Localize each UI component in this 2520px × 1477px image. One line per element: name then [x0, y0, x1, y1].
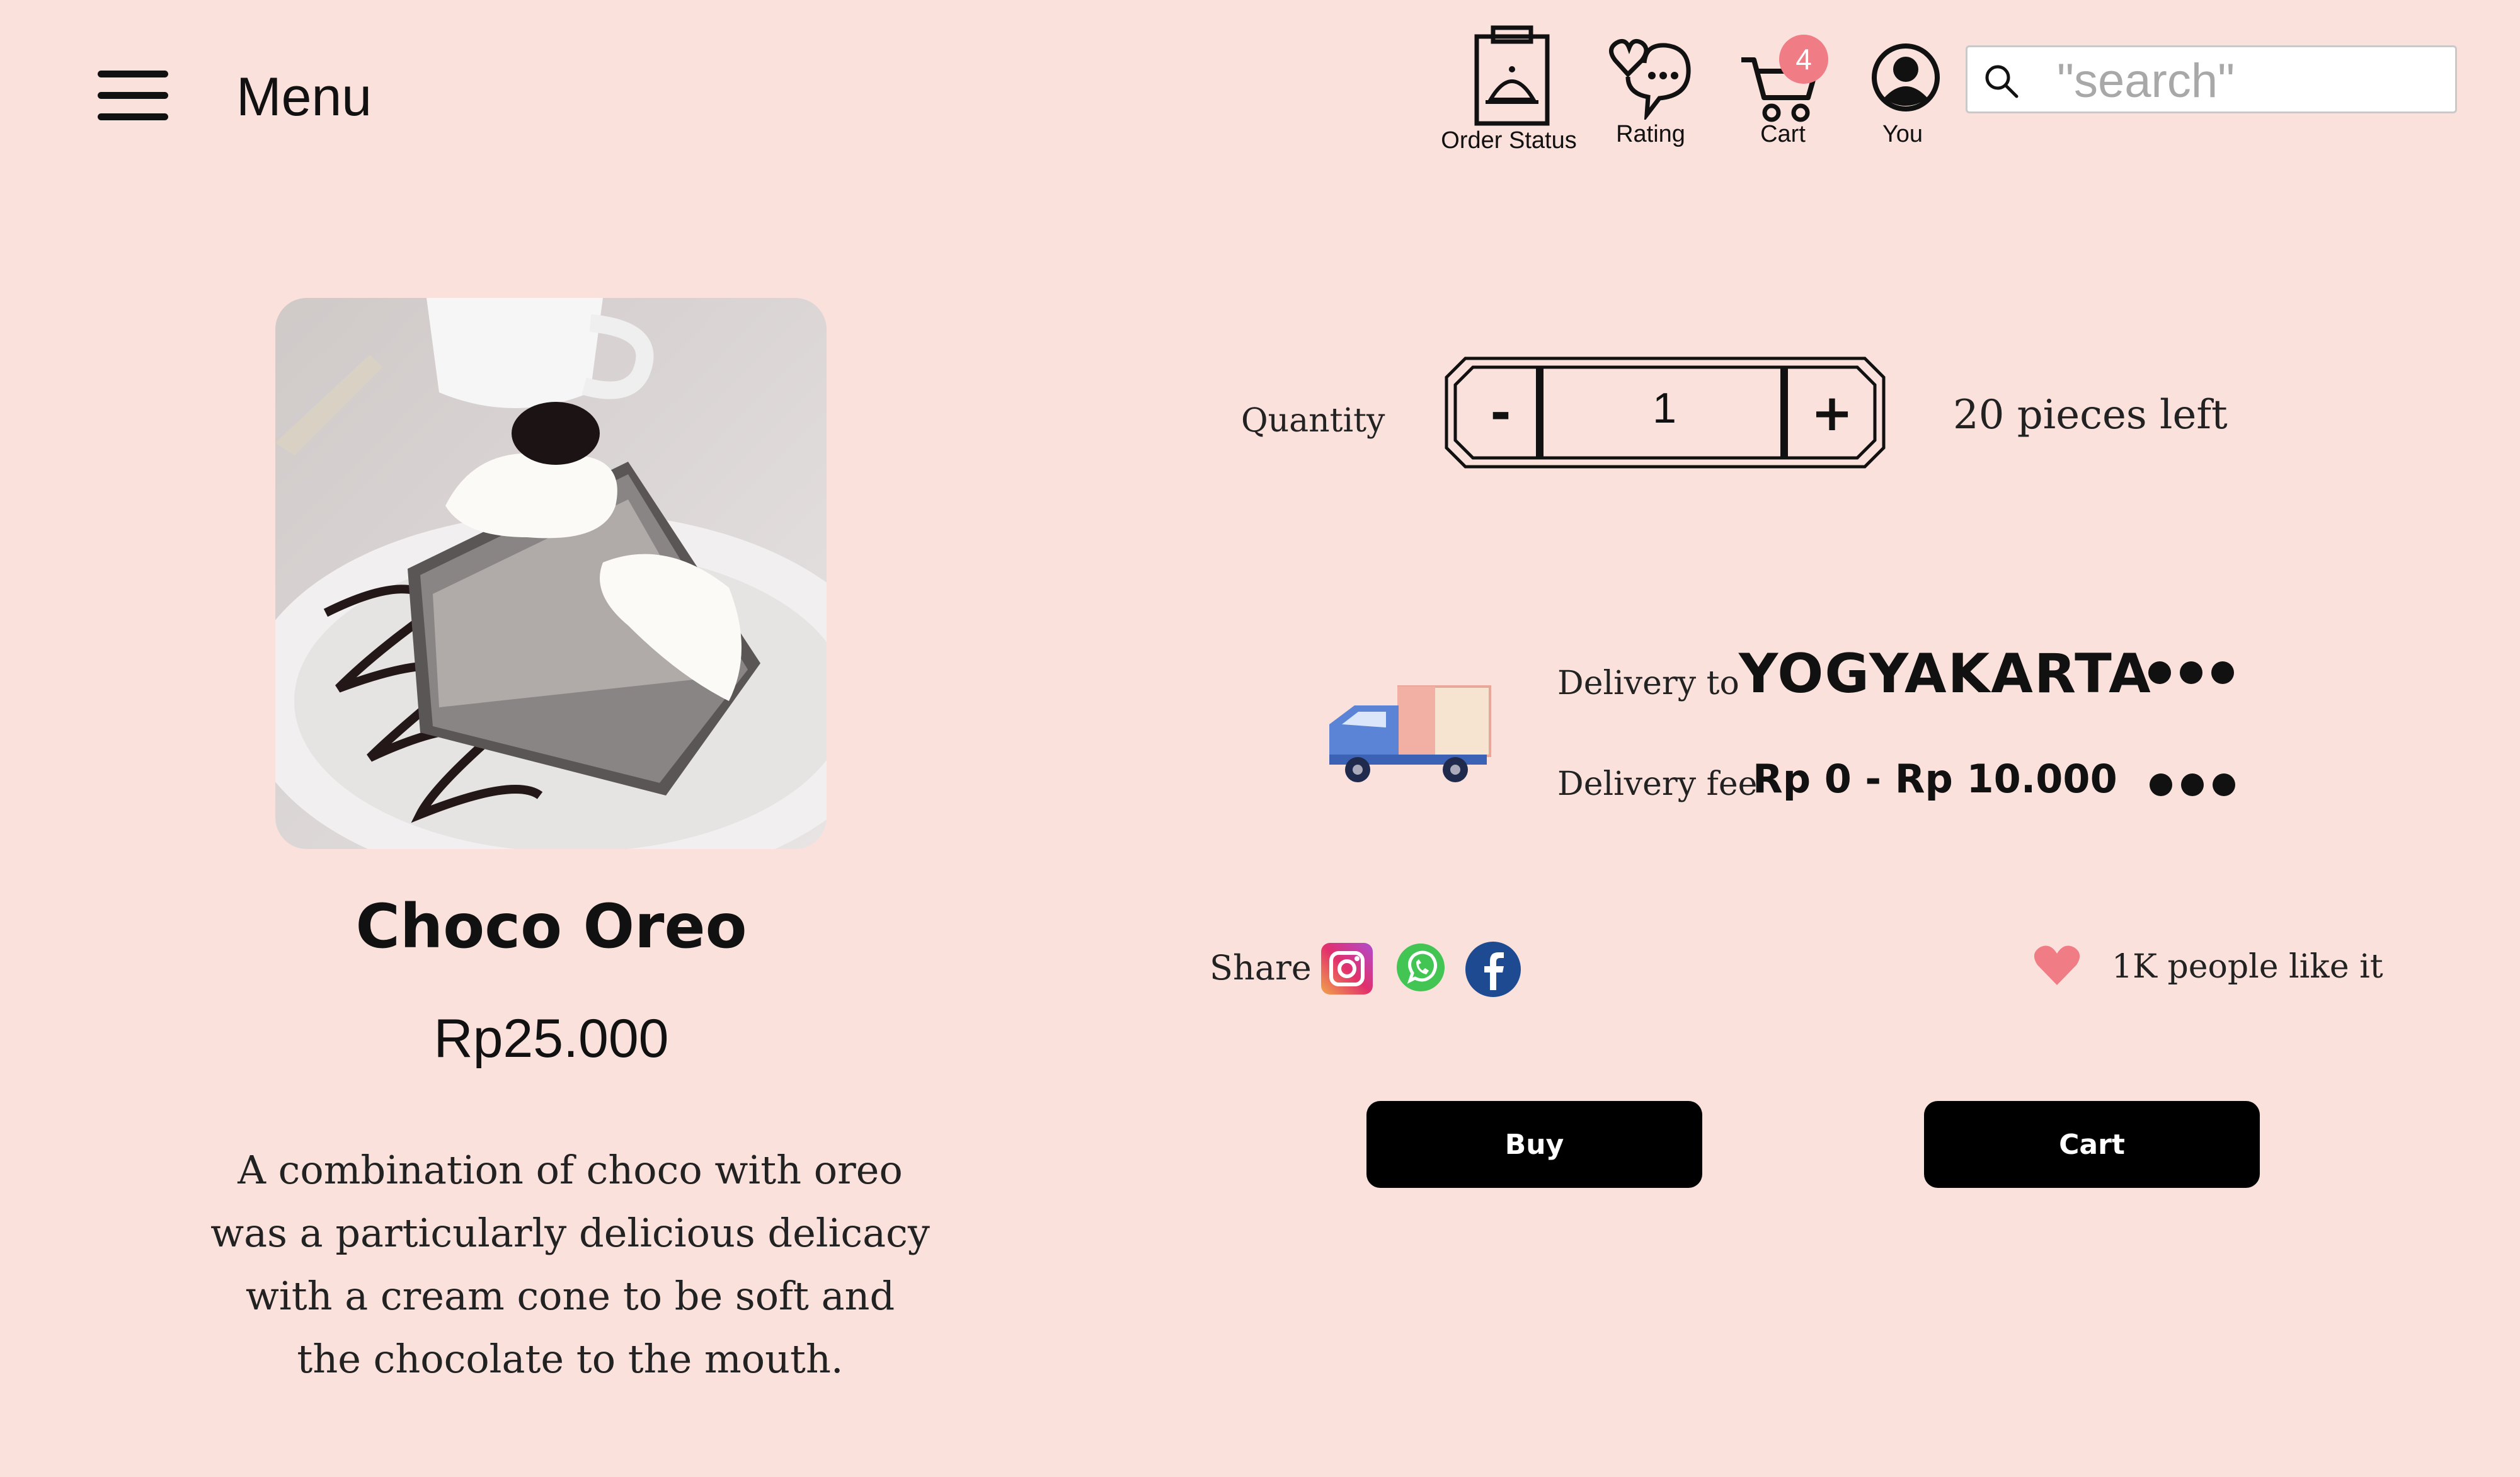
user-avatar-icon — [1872, 43, 1940, 111]
quantity-label: Quantity — [1241, 402, 1385, 440]
share-label: Share — [1210, 948, 1312, 988]
delivery-city-more-icon[interactable] — [2148, 661, 2234, 684]
quantity-stepper[interactable]: - 1 + — [1444, 356, 1886, 469]
cart-label: Cart — [1760, 121, 1806, 147]
quantity-value[interactable]: 1 — [1545, 384, 1784, 433]
nav-cart[interactable]: 4 Cart — [1726, 35, 1840, 157]
delivery-fee-label: Delivery fee — [1557, 765, 1758, 803]
add-to-cart-button[interactable]: Cart — [1924, 1101, 2260, 1188]
search-icon — [1985, 65, 2019, 98]
order-status-label: Order Status — [1441, 127, 1577, 154]
like-heart-icon[interactable] — [2034, 945, 2080, 986]
rating-heart-chat-icon — [1609, 38, 1691, 120]
delivery-city: YOGYAKARTA — [1739, 642, 2152, 705]
nav-you[interactable]: You — [1858, 43, 1947, 156]
you-label: You — [1882, 121, 1923, 147]
order-bag-icon — [1474, 25, 1550, 126]
product-image — [275, 298, 827, 849]
facebook-icon[interactable] — [1465, 941, 1521, 998]
delivery-to-label: Delivery to — [1557, 664, 1739, 702]
buy-button[interactable]: Buy — [1366, 1101, 1702, 1188]
decrement-button[interactable]: - — [1463, 375, 1538, 450]
whatsapp-icon[interactable] — [1395, 942, 1446, 993]
cake-illustration — [275, 298, 827, 849]
nav-order-status[interactable]: Order Status — [1436, 25, 1581, 157]
stock-remaining: 20 pieces left — [1953, 392, 2228, 438]
cart-count-badge: 4 — [1779, 35, 1828, 84]
delivery-fee-value: Rp 0 - Rp 10.000 — [1753, 756, 2117, 802]
menu-label[interactable]: Menu — [236, 66, 372, 128]
product-price: Rp25.000 — [433, 1008, 669, 1069]
product-name: Choco Oreo — [355, 891, 747, 962]
hamburger-menu-icon[interactable] — [98, 71, 168, 121]
search-input[interactable] — [2056, 52, 2436, 109]
delivery-fee-more-icon[interactable] — [2150, 773, 2235, 796]
delivery-truck-icon — [1329, 685, 1491, 782]
product-description: A combination of choco with oreo was a p… — [210, 1147, 930, 1382]
instagram-icon[interactable] — [1320, 942, 1374, 996]
search-box[interactable] — [1966, 45, 2457, 113]
rating-label: Rating — [1616, 121, 1685, 147]
likes-count: 1K people like it — [2112, 948, 2383, 986]
increment-button[interactable]: + — [1794, 375, 1870, 450]
nav-rating[interactable]: Rating — [1588, 38, 1714, 157]
